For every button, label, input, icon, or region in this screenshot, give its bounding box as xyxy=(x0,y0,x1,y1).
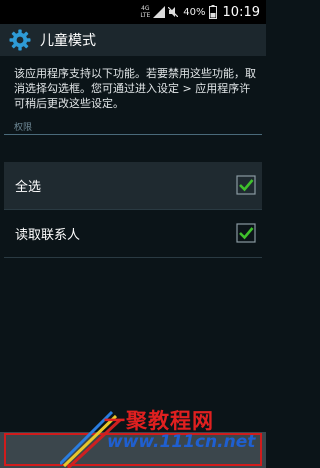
status-icons: 4G LTE 40% 10:19 xyxy=(140,3,260,21)
read-contacts-row[interactable]: 读取联系人 xyxy=(4,210,262,257)
section-divider xyxy=(4,134,262,135)
network-subtype: LTE xyxy=(140,12,151,19)
select-all-row[interactable]: 全选 xyxy=(4,162,262,209)
battery-percent: 40% xyxy=(183,6,206,18)
section-header-permissions: 权限 xyxy=(14,123,33,133)
signal-icon xyxy=(153,6,166,18)
battery-icon xyxy=(208,5,217,19)
select-all-checkbox[interactable] xyxy=(236,175,256,195)
select-all-label: 全选 xyxy=(15,180,42,195)
gear-icon[interactable] xyxy=(8,28,32,52)
network-type: 4G xyxy=(141,5,150,12)
description-text: 该应用程序支持以下功能。若要禁用这些功能，取消选择勾选框。您可通过进入设定 > … xyxy=(14,67,256,110)
app-bar: 儿童模式 xyxy=(0,24,266,56)
read-contacts-label: 读取联系人 xyxy=(15,228,81,243)
mute-icon xyxy=(168,7,179,17)
watermark-title: 一聚教程网 xyxy=(104,409,214,433)
status-bar: 4G LTE 40% 10:19 xyxy=(0,0,266,24)
row-divider xyxy=(4,257,262,258)
clock: 10:19 xyxy=(222,4,260,20)
network-indicator: 4G LTE xyxy=(140,5,150,19)
watermark-url: www.111cn.net xyxy=(107,432,256,452)
read-contacts-checkbox[interactable] xyxy=(236,223,256,243)
page-title: 儿童模式 xyxy=(40,33,96,49)
